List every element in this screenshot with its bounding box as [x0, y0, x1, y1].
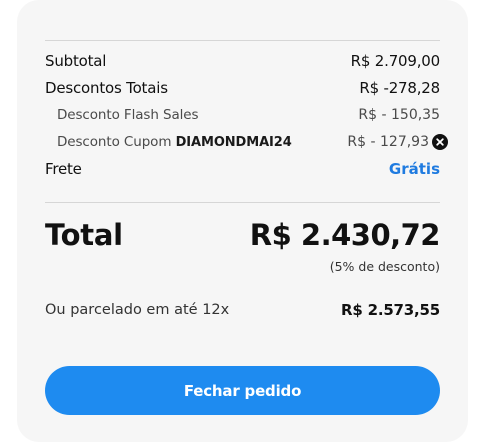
subtotal-value: R$ 2.709,00	[350, 52, 441, 70]
discounts-total-value: R$ -278,28	[359, 79, 440, 97]
installment-value: R$ 2.573,55	[340, 301, 440, 319]
shipping-label: Frete	[45, 160, 82, 178]
total-label: Total	[45, 218, 123, 252]
middle-divider	[45, 202, 440, 203]
coupon-discount-label: Desconto Cupom DIAMONDMAI24	[57, 134, 292, 150]
checkout-button[interactable]: Fechar pedido	[45, 366, 440, 415]
close-circle-icon[interactable]	[432, 134, 448, 150]
total-row: Total R$ 2.430,72	[45, 218, 441, 252]
coupon-label-text: Desconto Cupom	[57, 134, 172, 150]
subtotal-label: Subtotal	[45, 52, 107, 70]
shipping-row: Frete Grátis	[45, 160, 440, 178]
top-divider	[45, 40, 440, 41]
total-value: R$ 2.430,72	[249, 218, 441, 252]
installment-label: Ou parcelado em até 12x	[45, 302, 230, 318]
discount-percentage-note: (5% de desconto)	[329, 259, 440, 274]
coupon-discount-value: R$ - 127,93	[347, 134, 429, 150]
flash-sales-discount-value: R$ - 150,35	[358, 107, 440, 123]
shipping-value: Grátis	[388, 160, 440, 178]
discounts-total-label: Descontos Totais	[45, 79, 168, 97]
discounts-total-row: Descontos Totais R$ -278,28	[45, 79, 440, 97]
flash-sales-discount-label: Desconto Flash Sales	[57, 107, 199, 123]
coupon-discount-row: Desconto Cupom DIAMONDMAI24 R$ - 127,93	[57, 134, 448, 150]
subtotal-row: Subtotal R$ 2.709,00	[45, 52, 440, 70]
coupon-value-group: R$ - 127,93	[347, 134, 448, 150]
coupon-code: DIAMONDMAI24	[175, 135, 292, 150]
flash-sales-discount-row: Desconto Flash Sales R$ - 150,35	[57, 107, 440, 123]
installment-row: Ou parcelado em até 12x R$ 2.573,55	[45, 301, 440, 319]
